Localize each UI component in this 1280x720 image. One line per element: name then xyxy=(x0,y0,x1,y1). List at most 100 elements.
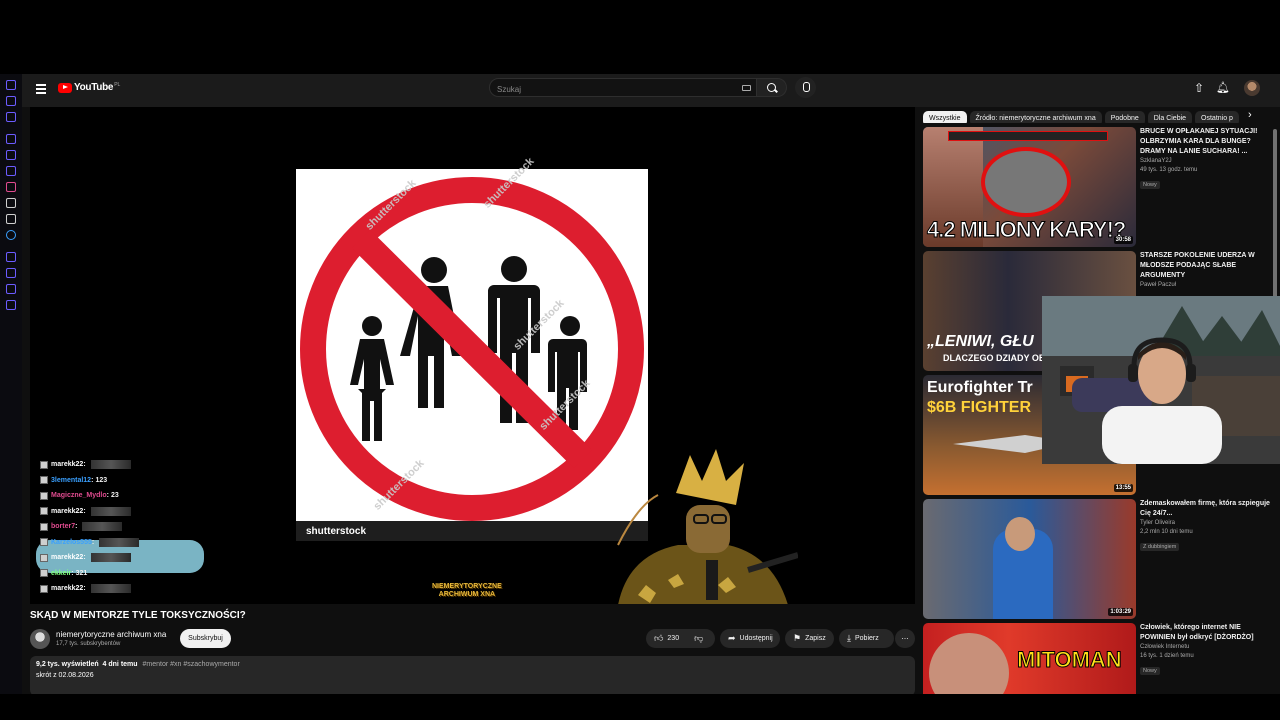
recommendation-meta: 49 tys. 13 godz. temu xyxy=(1140,167,1198,173)
scrollbar-thumb[interactable] xyxy=(1273,129,1277,309)
channel-name[interactable]: niemerytoryczne archiwum xna xyxy=(56,630,166,639)
download-button[interactable]: ⤓ Pobierz xyxy=(839,629,894,648)
recommendation-title[interactable]: BRUCE W OPŁAKANEJ SYTUACJI! OLBRZYMIA KA… xyxy=(1140,127,1270,157)
recommendation-channel[interactable]: Paweł Paczuł xyxy=(1140,282,1270,288)
hashtags[interactable]: #mentor #xn #szachowymentor xyxy=(143,661,240,668)
stream-frame-top xyxy=(0,0,1280,74)
chat-separator: : xyxy=(71,569,74,577)
recommendation-meta: 2,2 mln 10 dni temu xyxy=(1140,529,1193,535)
recommendation-item[interactable]: 4.2 MILIONY KARY!? 30:58 BRUCE W OPŁAKAN… xyxy=(923,127,1273,249)
dubbing-badge: Z dubbingiem xyxy=(1140,543,1180,551)
chat-message: marekk22: xyxy=(40,581,210,597)
chat-username: marekk22 xyxy=(51,554,84,562)
youtube-logo[interactable]: YouTube PL xyxy=(58,82,120,93)
recommendation-title[interactable]: STARSZE POKOLENIE UDERZA W MŁODSZE PODAJ… xyxy=(1140,251,1270,281)
chat-badge-icon xyxy=(40,569,48,578)
filter-chip[interactable]: Wszystkie xyxy=(923,111,967,123)
save-button[interactable]: ⚑ Zapisz xyxy=(785,629,834,648)
more-actions-button[interactable]: ⋯ xyxy=(895,629,915,648)
filter-chip[interactable]: Źródło: niemerytoryczne archiwum xna xyxy=(969,111,1102,123)
description-box[interactable]: 9,2 tys. wyświetleń 4 dni temu #mentor #… xyxy=(30,656,915,694)
recommendation-title[interactable]: Zdemaskowałem firmę, która szpieguje Cię… xyxy=(1140,499,1270,519)
recommendation-title[interactable]: Człowiek, którego internet NIE POWINIEN … xyxy=(1140,623,1270,643)
recommendation-channel[interactable]: Człowiek Internetu xyxy=(1140,644,1270,650)
search-button[interactable] xyxy=(757,78,787,97)
chat-separator: : xyxy=(75,523,78,531)
chat-separator: : xyxy=(83,585,86,593)
chat-username: borter7 xyxy=(51,523,76,531)
chat-emote xyxy=(90,460,131,470)
share-button[interactable]: ➦ Udostępnij xyxy=(720,629,780,648)
channel-avatar[interactable] xyxy=(30,629,50,649)
keyboard-icon[interactable] xyxy=(742,85,751,91)
video-thumbnail[interactable]: 1:03:29 xyxy=(923,499,1136,619)
poster-footer: shutterstock xyxy=(296,521,648,541)
filter-chip[interactable]: Podobne xyxy=(1104,111,1145,123)
description-meta: 9,2 tys. wyświetleń 4 dni temu #mentor #… xyxy=(36,661,240,668)
recommendation-channel[interactable]: SzklanaY2J xyxy=(1140,158,1270,164)
microphone-icon[interactable] xyxy=(795,77,816,98)
subscriber-count: 17,7 tys. subskrybentów xyxy=(56,641,121,647)
thumb-face xyxy=(929,633,1009,694)
gear-icon xyxy=(6,300,16,310)
recommendation-info: Człowiek, którego internet NIE POWINIEN … xyxy=(1140,623,1270,677)
download-icon: ⤓ xyxy=(847,633,851,643)
video-player[interactable]: shutterstock shutterstock shutterstock s… xyxy=(30,107,915,604)
new-badge: Nowy xyxy=(1140,667,1160,675)
description-text: skrót z 02.08.2026 xyxy=(36,672,94,679)
chat-badge-icon xyxy=(40,522,48,531)
no-family-sign xyxy=(300,177,644,521)
stream-frame-bottom xyxy=(0,694,1280,720)
account-avatar[interactable] xyxy=(1244,80,1260,96)
chat-separator: : xyxy=(91,538,95,546)
notifications-bell-icon[interactable]: 🔔︎ xyxy=(1216,81,1230,95)
chat-username: marekk22 xyxy=(51,507,84,515)
chat-message: 3lemental12:123 xyxy=(40,473,210,489)
chat-emote xyxy=(90,584,131,594)
share-label: Udostępnij xyxy=(739,635,773,642)
chat-emote xyxy=(82,522,123,532)
recommendation-item[interactable]: MITOMAN Człowiek, którego internet NIE P… xyxy=(923,623,1273,694)
chat-message: marekk22: xyxy=(40,504,210,520)
recommendation-channel[interactable]: Tyler Oliveira xyxy=(1140,520,1270,526)
overlay-caption-line1: NIEMERYTORYCZNE xyxy=(432,583,502,590)
view-count: 9,2 tys. wyświetleń xyxy=(36,661,99,668)
menu-icon[interactable] xyxy=(36,84,46,94)
chat-emote xyxy=(90,506,131,516)
chat-separator: : xyxy=(83,507,86,515)
chat-message: marekk22: xyxy=(40,457,210,473)
video-thumbnail[interactable]: 4.2 MILIONY KARY!? 30:58 xyxy=(923,127,1136,247)
video-thumbnail[interactable]: MITOMAN xyxy=(923,623,1136,694)
recommendation-item[interactable]: 1:03:29 Zdemaskowałem firmę, która szpie… xyxy=(923,499,1273,621)
subscribe-button[interactable]: Subskrybuj xyxy=(180,629,231,648)
thumb-text: MITOMAN xyxy=(1017,647,1123,673)
upload-icon[interactable]: ⇧ xyxy=(1192,81,1206,95)
chat-separator: : xyxy=(91,476,94,484)
discord-icon xyxy=(6,166,16,176)
streamer-webcam xyxy=(1042,296,1280,464)
stream-chat-overlay: marekk22:3lemental12:123 Magiczne_Mydlo:2… xyxy=(36,457,210,597)
save-label: Zapisz xyxy=(805,635,826,642)
chat-badge-icon xyxy=(40,476,48,485)
chevron-right-icon[interactable]: › xyxy=(1248,109,1258,121)
search-box xyxy=(489,78,757,98)
twitch-icon xyxy=(6,134,16,144)
like-count[interactable]: 230 xyxy=(667,635,679,642)
user-icon xyxy=(6,80,16,90)
filter-chip[interactable]: Dla Ciebie xyxy=(1147,111,1193,123)
tiktok-icon xyxy=(6,198,16,208)
chat-message: marekk22: xyxy=(36,540,210,573)
thumbs-down-icon[interactable]: 👎︎ xyxy=(694,633,703,644)
duration-badge: 30:58 xyxy=(1113,236,1133,244)
bookmark-icon: ⚑ xyxy=(793,633,802,643)
video-title: SKĄD W MENTORZE TYLE TOKSYCZNOŚCI? xyxy=(30,610,246,621)
duration-badge: 13:55 xyxy=(1113,484,1133,492)
thumb-text: Eurofighter Tr xyxy=(927,379,1033,396)
filter-chip[interactable]: Ostatnio p xyxy=(1195,111,1239,123)
target-icon xyxy=(6,268,16,278)
chat-message: Magiczne_Mydlo:23 xyxy=(40,488,210,504)
like-dislike-group: 👍︎ 230 👎︎ xyxy=(646,629,715,648)
search-input[interactable] xyxy=(490,81,720,98)
new-badge: Nowy xyxy=(1140,181,1160,189)
thumbs-up-icon[interactable]: 👍︎ xyxy=(654,633,663,644)
